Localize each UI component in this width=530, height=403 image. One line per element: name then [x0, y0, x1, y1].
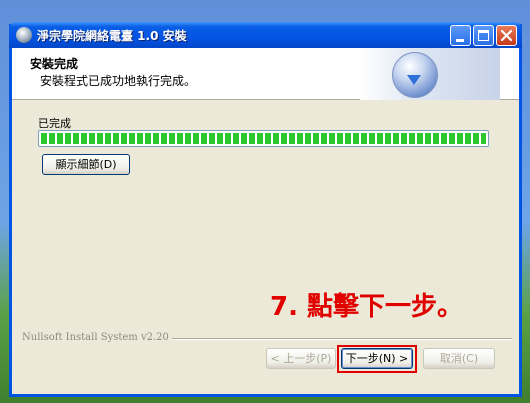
show-details-button[interactable]: 顯示細節(D)	[42, 154, 130, 175]
back-button[interactable]: < 上一步(P)	[266, 348, 336, 369]
annotation-instruction: 7. 點擊下一步。	[270, 292, 464, 322]
window-title: 淨宗學院網絡電臺 1.0 安裝	[37, 29, 187, 43]
maximize-button[interactable]	[473, 25, 494, 46]
close-icon	[500, 29, 513, 42]
cancel-button[interactable]: 取消(C)	[423, 348, 495, 369]
page-title: 安裝完成	[30, 57, 79, 71]
install-disc-icon	[392, 52, 438, 98]
title-bar[interactable]: 淨宗學院網絡電臺 1.0 安裝	[9, 22, 522, 48]
next-button-highlight	[337, 345, 417, 373]
progress-fill	[41, 133, 486, 144]
progress-bar	[38, 130, 489, 147]
page-subtitle: 安裝程式已成功地執行完成。	[40, 74, 197, 88]
brand-label: Nullsoft Install System v2.20	[22, 332, 172, 343]
status-label: 已完成	[38, 117, 71, 130]
header-panel: 安裝完成 安裝程式已成功地執行完成。	[12, 48, 519, 100]
app-icon	[16, 27, 32, 43]
close-button[interactable]	[496, 25, 517, 46]
minimize-button[interactable]	[450, 25, 471, 46]
